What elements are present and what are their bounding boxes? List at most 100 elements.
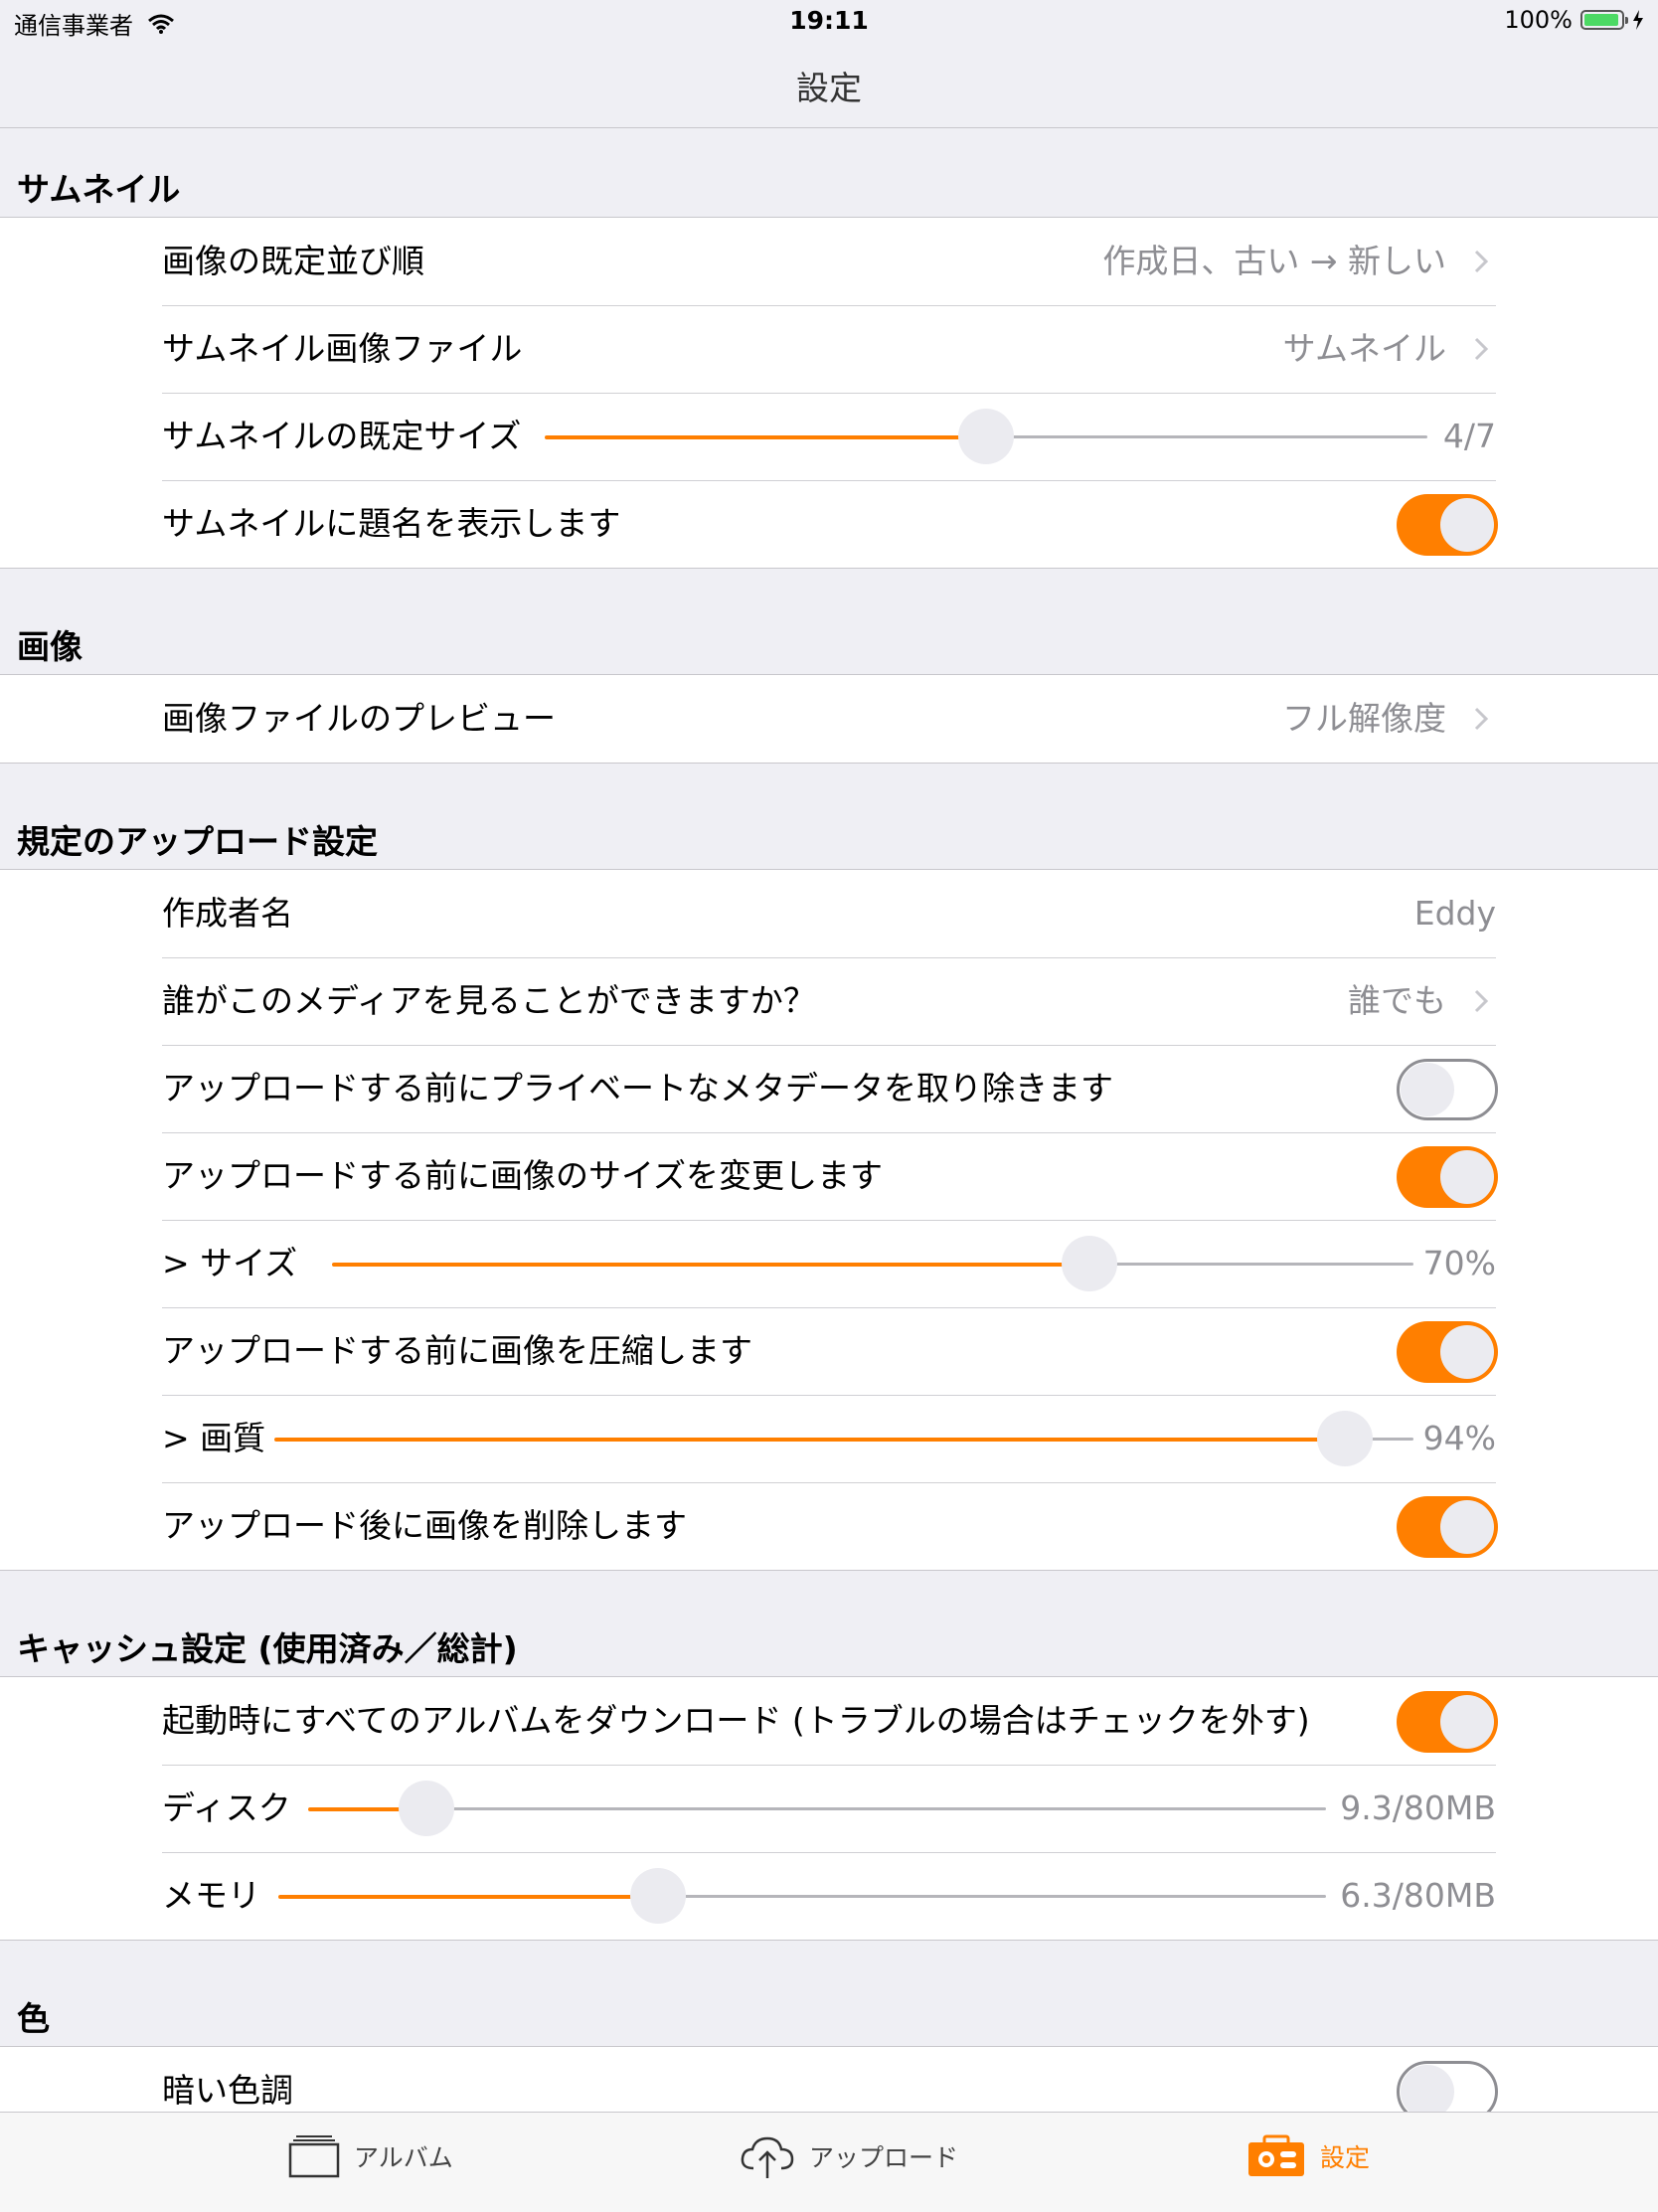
privacy-value: 誰でも — [1348, 981, 1446, 1020]
section-header-upload: 規定のアップロード設定 — [17, 822, 378, 861]
thumbnail-size-slider[interactable] — [545, 409, 1427, 464]
author-value[interactable]: Eddy — [1414, 870, 1496, 957]
show-title-toggle[interactable] — [1397, 494, 1498, 556]
slider-fill — [278, 1895, 658, 1899]
compress-label: アップロードする前に画像を圧縮します — [162, 1331, 752, 1370]
slider-track — [1089, 1263, 1413, 1266]
slider-track — [986, 435, 1427, 438]
toggle-knob — [1440, 1325, 1494, 1379]
tab-albums[interactable]: アルバム — [288, 2134, 453, 2178]
battery-icon — [1580, 10, 1628, 30]
cloud-upload-icon — [741, 2136, 794, 2178]
slider-thumb[interactable] — [1317, 1411, 1373, 1466]
tab-bar: アルバム アップロード 設定 — [0, 2112, 1658, 2212]
resize-toggle[interactable] — [1397, 1146, 1498, 1208]
section-header-image: 画像 — [17, 627, 83, 666]
tab-upload-label: アップロード — [809, 2143, 959, 2172]
tab-albums-label: アルバム — [354, 2143, 453, 2172]
tab-settings[interactable]: 設定 — [1246, 2134, 1370, 2178]
row-resize: アップロードする前に画像のサイズを変更します — [0, 1132, 1658, 1220]
memory-cache-value: 6.3/80MB — [1340, 1876, 1496, 1915]
toggle-knob — [1440, 498, 1494, 552]
slider-track — [658, 1895, 1326, 1898]
chevron-right-icon — [1474, 250, 1489, 273]
download-all-toggle[interactable] — [1397, 1691, 1498, 1753]
thumbnail-settings-group: 画像の既定並び順 作成日、古い → 新しい サムネイル画像ファイル サムネイル … — [0, 217, 1658, 569]
chevron-right-icon — [1474, 989, 1489, 1013]
thumbnail-size-value: 4/7 — [1442, 417, 1496, 455]
row-thumbnail-size: サムネイルの既定サイズ 4/7 — [0, 393, 1658, 480]
disk-cache-label: ディスク — [162, 1788, 291, 1827]
disk-cache-slider[interactable] — [308, 1781, 1326, 1836]
slider-thumb[interactable] — [630, 1868, 686, 1924]
chevron-right-icon — [1474, 707, 1489, 731]
settings-icon — [1248, 2134, 1304, 2176]
slider-fill — [332, 1263, 1089, 1267]
navigation-bar: 設定 — [0, 40, 1658, 128]
row-resize-size: > サイズ 70% — [0, 1220, 1658, 1307]
compress-toggle[interactable] — [1397, 1321, 1498, 1383]
thumbnail-file-value: サムネイル — [1282, 329, 1446, 368]
image-preview-value: フル解像度 — [1282, 699, 1446, 738]
quality-value: 94% — [1422, 1419, 1496, 1457]
memory-cache-slider[interactable] — [278, 1868, 1326, 1924]
toggle-knob — [1401, 2065, 1454, 2119]
tab-upload[interactable]: アップロード — [740, 2134, 958, 2178]
status-bar: 通信事業者 19:11 100% — [0, 0, 1658, 40]
default-sort-label: 画像の既定並び順 — [162, 242, 424, 280]
toggle-knob — [1440, 1500, 1494, 1554]
thumbnail-size-label: サムネイルの既定サイズ — [162, 417, 522, 455]
row-disk-cache: ディスク 9.3/80MB — [0, 1765, 1658, 1852]
row-author[interactable]: 作成者名 Eddy — [0, 870, 1658, 957]
thumbnail-file-label: サムネイル画像ファイル — [162, 329, 523, 368]
resize-size-value: 70% — [1422, 1244, 1496, 1282]
row-image-preview[interactable]: 画像ファイルのプレビュー フル解像度 — [0, 675, 1658, 763]
row-strip-metadata: アップロードする前にプライベートなメタデータを取り除きます — [0, 1045, 1658, 1132]
row-default-sort[interactable]: 画像の既定並び順 作成日、古い → 新しい — [0, 218, 1658, 305]
slider-thumb[interactable] — [399, 1781, 454, 1836]
image-settings-group: 画像ファイルのプレビュー フル解像度 — [0, 674, 1658, 764]
slider-track — [426, 1807, 1326, 1810]
page-title: 設定 — [796, 69, 862, 107]
row-memory-cache: メモリ 6.3/80MB — [0, 1852, 1658, 1940]
toggle-knob — [1440, 1150, 1494, 1204]
battery-percent: 100% — [1504, 6, 1573, 34]
delete-after-upload-toggle[interactable] — [1397, 1496, 1498, 1558]
show-title-label: サムネイルに題名を表示します — [162, 504, 621, 543]
delete-after-upload-label: アップロード後に画像を削除します — [162, 1506, 687, 1545]
slider-fill — [545, 435, 986, 439]
chevron-right-icon — [1474, 337, 1489, 361]
author-label: 作成者名 — [162, 894, 293, 933]
resize-label: アップロードする前に画像のサイズを変更します — [162, 1156, 884, 1195]
toggle-knob — [1401, 1063, 1454, 1116]
row-delete-after-upload: アップロード後に画像を削除します — [0, 1482, 1658, 1570]
quality-label: > 画質 — [162, 1419, 266, 1457]
strip-metadata-label: アップロードする前にプライベートなメタデータを取り除きます — [162, 1069, 1113, 1107]
section-header-cache: キャッシュ設定 (使用済み／総計) — [17, 1629, 518, 1668]
slider-thumb[interactable] — [958, 409, 1014, 464]
resize-size-label: > サイズ — [162, 1244, 298, 1282]
default-sort-value: 作成日、古い → 新しい — [1102, 242, 1446, 280]
toggle-knob — [1440, 1695, 1494, 1749]
row-privacy[interactable]: 誰がこのメディアを見ることができますか？ 誰でも — [0, 957, 1658, 1045]
row-show-title: サムネイルに題名を表示します — [0, 480, 1658, 568]
memory-cache-label: メモリ — [162, 1876, 260, 1915]
image-preview-label: 画像ファイルのプレビュー — [162, 699, 556, 738]
quality-slider[interactable] — [274, 1411, 1413, 1466]
disk-cache-value: 9.3/80MB — [1340, 1788, 1496, 1827]
cache-settings-group: 起動時にすべてのアルバムをダウンロード (トラブルの場合はチェックを外す) ディ… — [0, 1676, 1658, 1941]
slider-thumb[interactable] — [1062, 1236, 1117, 1291]
privacy-label: 誰がこのメディアを見ることができますか？ — [162, 981, 816, 1020]
album-icon — [288, 2135, 340, 2178]
charging-icon — [1633, 10, 1643, 30]
row-quality: > 画質 94% — [0, 1395, 1658, 1482]
resize-size-slider[interactable] — [332, 1236, 1413, 1291]
clock: 19:11 — [789, 6, 869, 35]
download-all-label: 起動時にすべてのアルバムをダウンロード (トラブルの場合はチェックを外す) — [162, 1701, 1310, 1740]
row-compress: アップロードする前に画像を圧縮します — [0, 1307, 1658, 1395]
row-download-all: 起動時にすべてのアルバムをダウンロード (トラブルの場合はチェックを外す) — [0, 1677, 1658, 1765]
section-header-thumbnail: サムネイル — [17, 170, 181, 209]
row-thumbnail-file[interactable]: サムネイル画像ファイル サムネイル — [0, 305, 1658, 393]
section-header-color: 色 — [17, 1999, 50, 2038]
strip-metadata-toggle[interactable] — [1397, 1059, 1498, 1120]
